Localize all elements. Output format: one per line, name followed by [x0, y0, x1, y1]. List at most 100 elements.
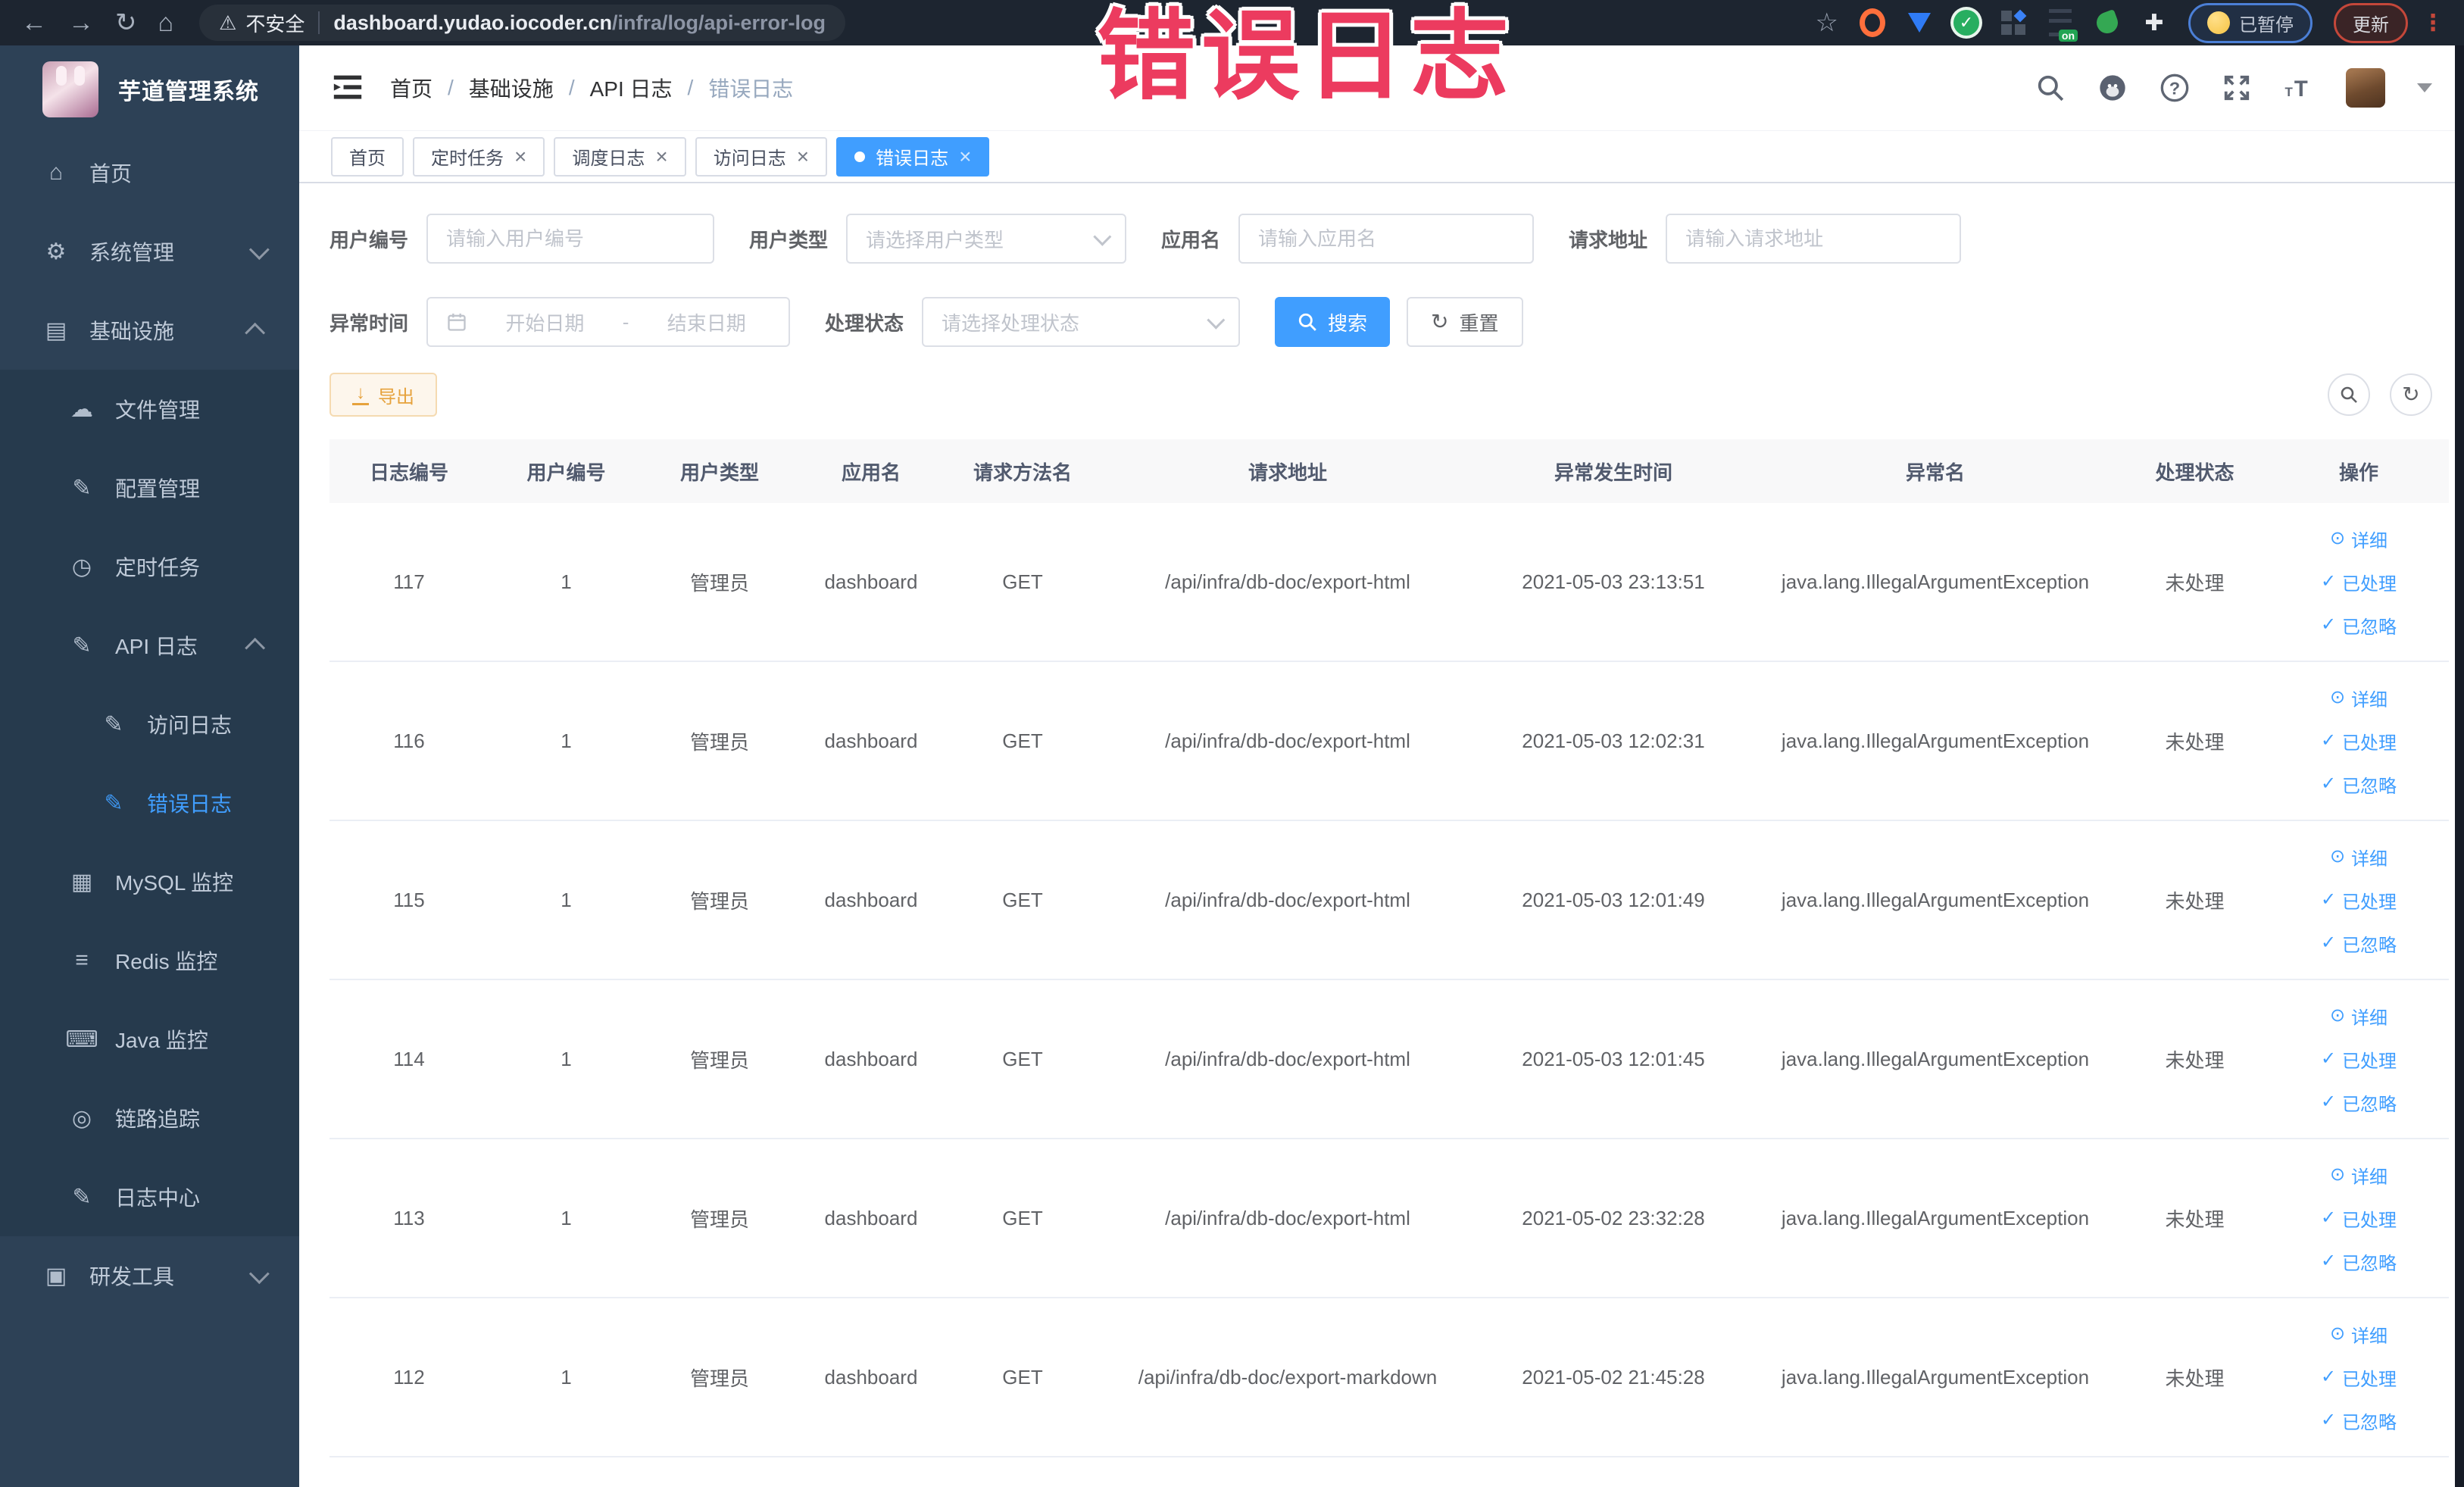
refresh-table-button[interactable]: ↻ [2390, 373, 2432, 416]
chevron-down-icon [248, 239, 270, 260]
sidebar-item-dev-tools[interactable]: ▣ 研发工具 [0, 1236, 299, 1315]
tab-scheduled-tasks[interactable]: 定时任务 × [413, 136, 545, 177]
sidebar-item-file-management[interactable]: ☁ 文件管理 [0, 370, 299, 448]
bookmark-star-icon[interactable]: ☆ [1816, 8, 1838, 38]
extensions-puzzle-icon[interactable]: ✚ [2141, 10, 2167, 36]
sidebar-item-redis-monitor[interactable]: ≡ Redis 监控 [0, 921, 299, 1000]
breadcrumb-item[interactable]: 首页 [390, 73, 433, 103]
extension-leaf-icon[interactable] [2094, 9, 2121, 36]
filter-input-user-id[interactable] [426, 214, 715, 264]
action-ignored-link[interactable]: ✓ 已忽略 [2321, 1089, 2397, 1116]
sidebar-item-error-logs[interactable]: ✎ 错误日志 [0, 764, 299, 842]
action-ignored-link[interactable]: ✓ 已忽略 [2321, 930, 2397, 957]
action-detail-link[interactable]: ⊙ 详细 [2330, 1003, 2387, 1029]
check-icon: ✓ [2320, 1048, 2337, 1069]
address-bar[interactable]: ⚠ 不安全 dashboard.yudao.iocoder.cn /infra/… [199, 5, 845, 41]
toggle-search-button[interactable] [2328, 373, 2370, 416]
browser-reload-icon[interactable]: ↻ [115, 0, 137, 45]
sidebar-item-log-center[interactable]: ✎ 日志中心 [0, 1157, 299, 1236]
sidebar-item-config-management[interactable]: ✎ 配置管理 [0, 448, 299, 527]
close-icon[interactable]: × [959, 145, 971, 167]
close-icon[interactable]: × [514, 145, 526, 167]
breadcrumb-item[interactable]: 基础设施 [469, 73, 554, 103]
action-detail-link[interactable]: ⊙ 详细 [2330, 685, 2387, 711]
avatar-caret-down-icon[interactable] [2417, 83, 2432, 92]
sidebar-item-label: 研发工具 [89, 1265, 175, 1289]
browser-back-icon[interactable]: ← [21, 0, 47, 45]
cell-url: /api/infra/db-doc/export-markdown [1098, 1298, 1477, 1457]
search-button[interactable]: 搜索 [1275, 297, 1391, 347]
extension-grid-icon[interactable] [2000, 9, 2027, 36]
action-detail-link[interactable]: ⊙ 详细 [2330, 1162, 2387, 1189]
cell-app_name: dashboard [795, 1298, 947, 1457]
hamburger-icon[interactable] [331, 73, 364, 103]
font-size-icon[interactable]: T T [2284, 73, 2314, 103]
action-processed-link[interactable]: ✓ 已处理 [2321, 728, 2397, 754]
page-scrollbar[interactable] [2455, 45, 2464, 1487]
action-processed-link[interactable]: ✓ 已处理 [2321, 1205, 2397, 1232]
tab-home[interactable]: 首页 [331, 136, 404, 177]
close-icon[interactable]: × [655, 145, 667, 167]
paused-badge[interactable]: 已暂停 [2188, 2, 2313, 43]
browser-home-icon[interactable]: ⌂ [158, 0, 174, 45]
action-processed-link[interactable]: ✓ 已处理 [2321, 887, 2397, 914]
filter-input-request-url[interactable] [1666, 214, 1962, 264]
extension-orange-icon[interactable] [1860, 8, 1885, 37]
action-ignored-link[interactable]: ✓ 已忽略 [2321, 771, 2397, 798]
filter-select-user-type[interactable]: 请选择用户类型 [846, 214, 1127, 264]
sidebar-item-scheduled-tasks[interactable]: ◷ 定时任务 [0, 527, 299, 606]
cell-user_id: 1 [489, 661, 644, 821]
action-ignored-link[interactable]: ✓ 已忽略 [2321, 1407, 2397, 1434]
filter-field-app-name: 应用名 [1161, 214, 1535, 264]
action-detail-link[interactable]: ⊙ 详细 [2330, 844, 2387, 870]
user-avatar[interactable] [2346, 68, 2385, 108]
action-ignored-link[interactable]: ✓ 已忽略 [2321, 612, 2397, 639]
sidebar-item-home[interactable]: ⌂ 首页 [0, 133, 299, 212]
tab-access-log[interactable]: 访问日志 × [695, 136, 828, 177]
sidebar-item-access-logs[interactable]: ✎ 访问日志 [0, 685, 299, 764]
cell-id: 114 [329, 979, 489, 1139]
column-header-0: 日志编号 [329, 439, 489, 503]
action-processed-link[interactable]: ✓ 已处理 [2321, 569, 2397, 595]
sidebar-item-system-management[interactable]: ⚙ 系统管理 [0, 212, 299, 291]
sidebar-item-java-monitor[interactable]: ⌨ Java 监控 [0, 1000, 299, 1079]
close-icon[interactable]: × [797, 145, 809, 167]
row-actions: ⊙ 详细 ✓ 已处理 ✓ 已忽略 [2276, 1321, 2441, 1434]
sidebar-item-link-tracing[interactable]: ◎ 链路追踪 [0, 1079, 299, 1157]
reset-button[interactable]: ↻ 重置 [1407, 297, 1523, 347]
browser-menu-icon[interactable]: ⋮ [2422, 10, 2444, 36]
breadcrumb-item[interactable]: API 日志 [590, 73, 673, 103]
extension-green-check-icon[interactable]: ✓ [1953, 10, 1979, 36]
action-label: 已忽略 [2342, 1412, 2397, 1433]
fullscreen-icon[interactable] [2222, 73, 2252, 103]
export-button[interactable]: ↓ 导出 [329, 373, 437, 417]
cell-user_type: 管理员 [644, 1139, 795, 1298]
help-icon[interactable]: ? [2160, 73, 2190, 103]
sidebar-item-infrastructure[interactable]: ▤ 基础设施 [0, 291, 299, 370]
action-label: 详细 [2351, 848, 2388, 870]
search-icon[interactable] [2035, 73, 2066, 103]
browser-forward-icon[interactable]: → [68, 0, 94, 45]
github-icon[interactable] [2097, 73, 2128, 103]
tab-schedule-log[interactable]: 调度日志 × [554, 136, 686, 177]
sidebar-logo-row[interactable]: 芋道管理系统 [0, 45, 299, 133]
action-processed-link[interactable]: ✓ 已处理 [2321, 1364, 2397, 1391]
exception-time-range-picker[interactable]: 开始日期 - 结束日期 [426, 297, 791, 347]
process-status-select[interactable]: 请选择处理状态 [922, 297, 1241, 347]
column-header-6: 异常发生时间 [1477, 439, 1750, 503]
sidebar-item-label: 基础设施 [89, 320, 175, 343]
action-ignored-link[interactable]: ✓ 已忽略 [2321, 1248, 2397, 1275]
gear-icon: ⚙ [45, 239, 67, 264]
action-label: 已处理 [2342, 892, 2397, 913]
action-processed-link[interactable]: ✓ 已处理 [2321, 1046, 2397, 1073]
row-actions: ⊙ 详细 ✓ 已处理 ✓ 已忽略 [2276, 1162, 2441, 1275]
sidebar-item-api-logs[interactable]: ✎ API 日志 [0, 606, 299, 685]
extension-on-badge-icon[interactable]: on [2047, 9, 2078, 42]
extension-shield-icon[interactable] [1907, 10, 1932, 36]
sidebar-item-mysql-monitor[interactable]: ▦ MySQL 监控 [0, 842, 299, 921]
tab-error-log[interactable]: 错误日志 × [836, 136, 990, 177]
update-badge[interactable]: 更新 [2334, 2, 2408, 43]
filter-input-app-name[interactable] [1238, 214, 1535, 264]
action-detail-link[interactable]: ⊙ 详细 [2330, 1321, 2387, 1348]
action-detail-link[interactable]: ⊙ 详细 [2330, 526, 2387, 552]
